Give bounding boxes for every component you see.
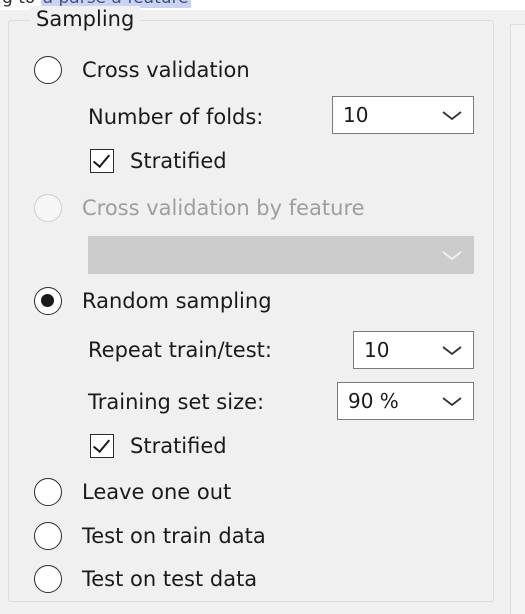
test-on-train-data-option[interactable]: Test on train data — [34, 519, 266, 553]
number-of-folds-value: 10 — [343, 103, 369, 127]
cv-stratified-label: Stratified — [130, 149, 227, 173]
sampling-group-title: Sampling — [30, 6, 141, 32]
cross-validation-by-feature-radio — [34, 194, 62, 222]
random-sampling-label: Random sampling — [82, 289, 272, 313]
number-of-folds-combo[interactable]: 10 — [332, 96, 474, 134]
chevron-down-icon — [442, 251, 462, 261]
rs-stratified-label: Stratified — [130, 434, 227, 458]
chevron-down-icon — [442, 397, 462, 407]
training-set-size-combo[interactable]: 90 % — [337, 382, 474, 420]
test-on-test-data-radio[interactable] — [34, 565, 62, 593]
number-of-folds-label: Number of folds: — [88, 105, 264, 129]
random-sampling-option[interactable]: Random sampling — [34, 284, 272, 318]
cross-validation-label: Cross validation — [82, 58, 250, 82]
feature-combo — [88, 236, 474, 274]
chevron-down-icon — [442, 346, 462, 356]
right-panel-edge — [510, 24, 525, 614]
cv-stratified-checkbox[interactable] — [90, 149, 114, 173]
leave-one-out-option[interactable]: Leave one out — [34, 475, 231, 509]
test-on-test-data-option[interactable]: Test on test data — [34, 562, 257, 596]
rs-stratified-checkbox[interactable] — [90, 434, 114, 458]
repeat-train-test-value: 10 — [364, 338, 390, 362]
training-set-size-value: 90 % — [348, 389, 399, 413]
leave-one-out-label: Leave one out — [82, 480, 232, 504]
cross-validation-option[interactable]: Cross validation — [34, 53, 250, 87]
test-on-test-data-label: Test on test data — [82, 567, 258, 591]
test-on-train-data-radio[interactable] — [34, 522, 62, 550]
rs-stratified-option[interactable]: Stratified — [90, 429, 227, 463]
cross-validation-by-feature-option: Cross validation by feature — [34, 191, 365, 225]
test-on-train-data-label: Test on train data — [82, 524, 266, 548]
cross-validation-by-feature-label: Cross validation by feature — [82, 196, 365, 220]
leave-one-out-radio[interactable] — [34, 478, 62, 506]
repeat-train-test-label: Repeat train/test: — [88, 338, 272, 362]
repeat-train-test-combo[interactable]: 10 — [353, 331, 474, 369]
random-sampling-radio[interactable] — [34, 287, 62, 315]
chevron-down-icon — [442, 111, 462, 121]
training-set-size-label: Training set size: — [88, 390, 265, 414]
cross-validation-radio[interactable] — [34, 56, 62, 84]
cv-stratified-option[interactable]: Stratified — [90, 144, 227, 178]
